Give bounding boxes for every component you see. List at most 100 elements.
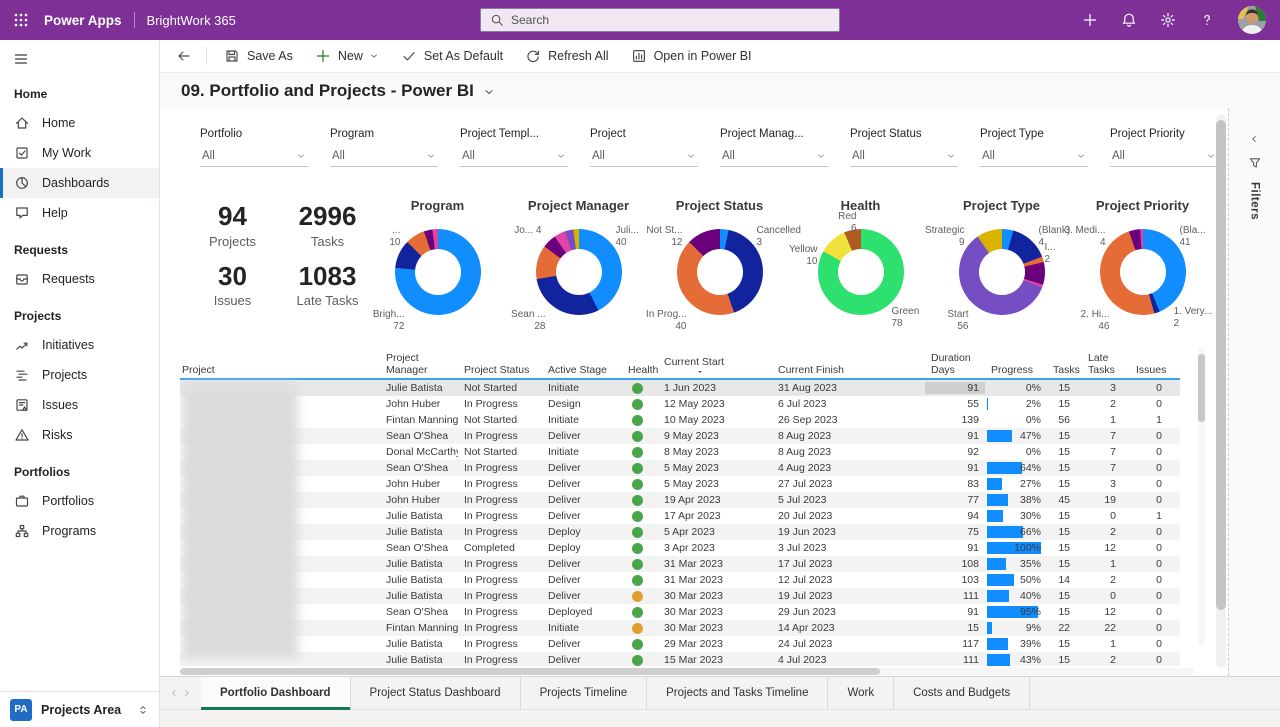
sidebar-item-label: Requests: [42, 272, 95, 286]
column-header-project[interactable]: Project: [180, 364, 380, 376]
environment-name[interactable]: BrightWork 365: [147, 13, 236, 28]
sidebar-item-risks[interactable]: Risks: [0, 420, 159, 450]
table-row[interactable]: Sean O'Shea In Progress Deliver 9 May 2023 8…: [180, 428, 1180, 444]
page-scrollbar-thumb[interactable]: [1216, 120, 1226, 610]
refresh-all-button[interactable]: Refresh All: [514, 40, 619, 72]
waffle-menu-button[interactable]: [0, 0, 42, 40]
cell-late-tasks: 0: [1110, 590, 1116, 602]
column-header-current-start[interactable]: Current Start: [658, 356, 772, 376]
tab-costs-and-budgets[interactable]: Costs and Budgets: [894, 677, 1031, 709]
back-button[interactable]: [168, 40, 200, 72]
table-row[interactable]: Julie Batista In Progress Deliver 15 Mar 20…: [180, 652, 1180, 666]
table-row[interactable]: Julie Batista In Progress Deliver 17 Apr 20…: [180, 508, 1180, 524]
filter-dropdown-project-status[interactable]: All: [850, 150, 958, 167]
table-row[interactable]: Sean O'Shea In Progress Deployed 30 Mar 202…: [180, 604, 1180, 620]
table-row[interactable]: Julie Batista In Progress Deliver 29 Mar 20…: [180, 636, 1180, 652]
column-header-duration-days[interactable]: Duration Days: [925, 352, 985, 376]
donut-ring[interactable]: [1099, 229, 1186, 315]
sidebar-item-dashboards[interactable]: Dashboards: [0, 168, 159, 198]
tab-project-status-dashboard[interactable]: Project Status Dashboard: [351, 677, 521, 709]
open-in-power-bi-button[interactable]: Open in Power BI: [620, 40, 763, 72]
table-row[interactable]: Julie Batista In Progress Deploy 5 Apr 2023…: [180, 524, 1180, 540]
column-header-issues[interactable]: Issues: [1130, 364, 1172, 376]
table-row[interactable]: Julie Batista In Progress Deliver 30 Mar 20…: [180, 588, 1180, 604]
column-header-late-tasks[interactable]: Late Tasks: [1082, 352, 1130, 376]
table-row[interactable]: John Huber In Progress Design 12 May 2023 6 …: [180, 396, 1180, 412]
table-row[interactable]: Sean O'Shea In Progress Deliver 5 May 2023 4…: [180, 460, 1180, 476]
cell-project-manager: Julie Batista: [386, 654, 443, 666]
title-chevron-down-icon[interactable]: [483, 86, 495, 98]
new-button[interactable]: New: [304, 40, 390, 72]
donut-ring[interactable]: [817, 229, 904, 315]
expand-filters-arrow-icon[interactable]: [1249, 134, 1259, 144]
sidebar-item-projects[interactable]: Projects: [0, 360, 159, 390]
column-header-current-finish[interactable]: Current Finish: [772, 364, 925, 376]
table-row[interactable]: Fintan Manning Not Started Initiate 10 May …: [180, 412, 1180, 428]
donut-ring[interactable]: [535, 229, 622, 315]
dashboards-icon: [14, 175, 30, 191]
sidebar-item-my-work[interactable]: My Work: [0, 138, 159, 168]
tab-projects-timeline[interactable]: Projects Timeline: [521, 677, 648, 709]
tab-scroll-left-button[interactable]: [169, 688, 179, 698]
column-header-project-status[interactable]: Project Status: [458, 364, 542, 376]
column-header-progress[interactable]: Progress: [985, 364, 1047, 376]
table-row[interactable]: Julie Batista In Progress Deliver 31 Mar 20…: [180, 572, 1180, 588]
sidebar-item-portfolios[interactable]: Portfolios: [0, 486, 159, 516]
cell-duration-days: 91: [967, 430, 979, 442]
search-input[interactable]: Search: [480, 8, 840, 32]
filter-dropdown-project[interactable]: All: [590, 150, 698, 167]
cell-current-finish: 19 Jul 2023: [778, 590, 833, 602]
user-avatar[interactable]: [1238, 6, 1266, 34]
filter-dropdown-project-manag[interactable]: All: [720, 150, 828, 167]
table-row[interactable]: Julie Batista Not Started Initiate 1 Jun 20…: [180, 380, 1180, 396]
sidebar-item-help[interactable]: Help: [0, 198, 159, 228]
table-row[interactable]: Fintan Manning In Progress Initiate 30 Mar …: [180, 620, 1180, 636]
chart-data-label: 3. Medi... 4: [1064, 225, 1105, 249]
tab-work[interactable]: Work: [828, 677, 895, 709]
column-header-active-stage[interactable]: Active Stage: [542, 364, 622, 376]
cell-progress: 27%: [985, 476, 1047, 492]
notifications-bell-icon[interactable]: [1121, 12, 1137, 28]
table-horizontal-scrollbar-thumb[interactable]: [180, 668, 880, 675]
table-row[interactable]: Julie Batista In Progress Deliver 31 Mar 20…: [180, 556, 1180, 572]
table-row[interactable]: John Huber In Progress Deliver 5 May 2023 27…: [180, 476, 1180, 492]
set-as-default-button[interactable]: Set As Default: [390, 40, 514, 72]
tab-portfolio-dashboard[interactable]: Portfolio Dashboard: [201, 677, 351, 710]
filter-dropdown-portfolio[interactable]: All: [200, 150, 308, 167]
column-header-health[interactable]: Health: [622, 364, 658, 376]
table-row[interactable]: John Huber In Progress Deliver 19 Apr 2023 5…: [180, 492, 1180, 508]
column-header-tasks[interactable]: Tasks: [1047, 364, 1082, 376]
table-row[interactable]: Sean O'Shea Completed Deploy 3 Apr 2023 3 Ju…: [180, 540, 1180, 556]
tab-projects-and-tasks-timeline[interactable]: Projects and Tasks Timeline: [647, 677, 829, 709]
sidebar-item-issues[interactable]: Issues: [0, 390, 159, 420]
donut-ring[interactable]: [676, 229, 763, 315]
app-name[interactable]: Power Apps: [44, 13, 122, 28]
sidebar-item-initiatives[interactable]: Initiatives: [0, 330, 159, 360]
filter-dropdown-project-type[interactable]: All: [980, 150, 1088, 167]
settings-gear-icon[interactable]: [1160, 12, 1176, 28]
sidebar-item-programs[interactable]: Programs: [0, 516, 159, 546]
donut-ring[interactable]: [958, 229, 1045, 315]
sidebar-item-label: Portfolios: [42, 494, 95, 508]
save-as-button[interactable]: Save As: [213, 40, 304, 72]
hamburger-menu-icon[interactable]: [13, 51, 29, 67]
tab-scroll-right-button[interactable]: [182, 688, 192, 698]
filter-dropdown-program[interactable]: All: [330, 150, 438, 167]
column-header-project-manager[interactable]: Project Manager: [380, 352, 458, 376]
home-icon: [14, 115, 30, 131]
add-button[interactable]: [1082, 12, 1098, 28]
cell-active-stage: Deploy: [548, 526, 581, 538]
help-question-icon[interactable]: [1199, 12, 1215, 28]
filters-panel-label[interactable]: Filters: [1249, 182, 1261, 220]
progress-bar: [987, 654, 1011, 666]
sidebar-item-home[interactable]: Home: [0, 108, 159, 138]
progress-bar: [987, 622, 992, 634]
filter-dropdown-project-priority[interactable]: All: [1110, 150, 1218, 167]
area-switcher[interactable]: PA Projects Area: [0, 691, 159, 727]
donut-ring[interactable]: [394, 229, 481, 315]
table-row[interactable]: Donal McCarthy Not Started Initiate 8 May 2…: [180, 444, 1180, 460]
sidebar-item-requests[interactable]: Requests: [0, 264, 159, 294]
table-vertical-scrollbar-thumb[interactable]: [1198, 354, 1205, 422]
filter-dropdown-project-templ[interactable]: All: [460, 150, 568, 167]
cell-duration-days: 139: [961, 414, 979, 426]
